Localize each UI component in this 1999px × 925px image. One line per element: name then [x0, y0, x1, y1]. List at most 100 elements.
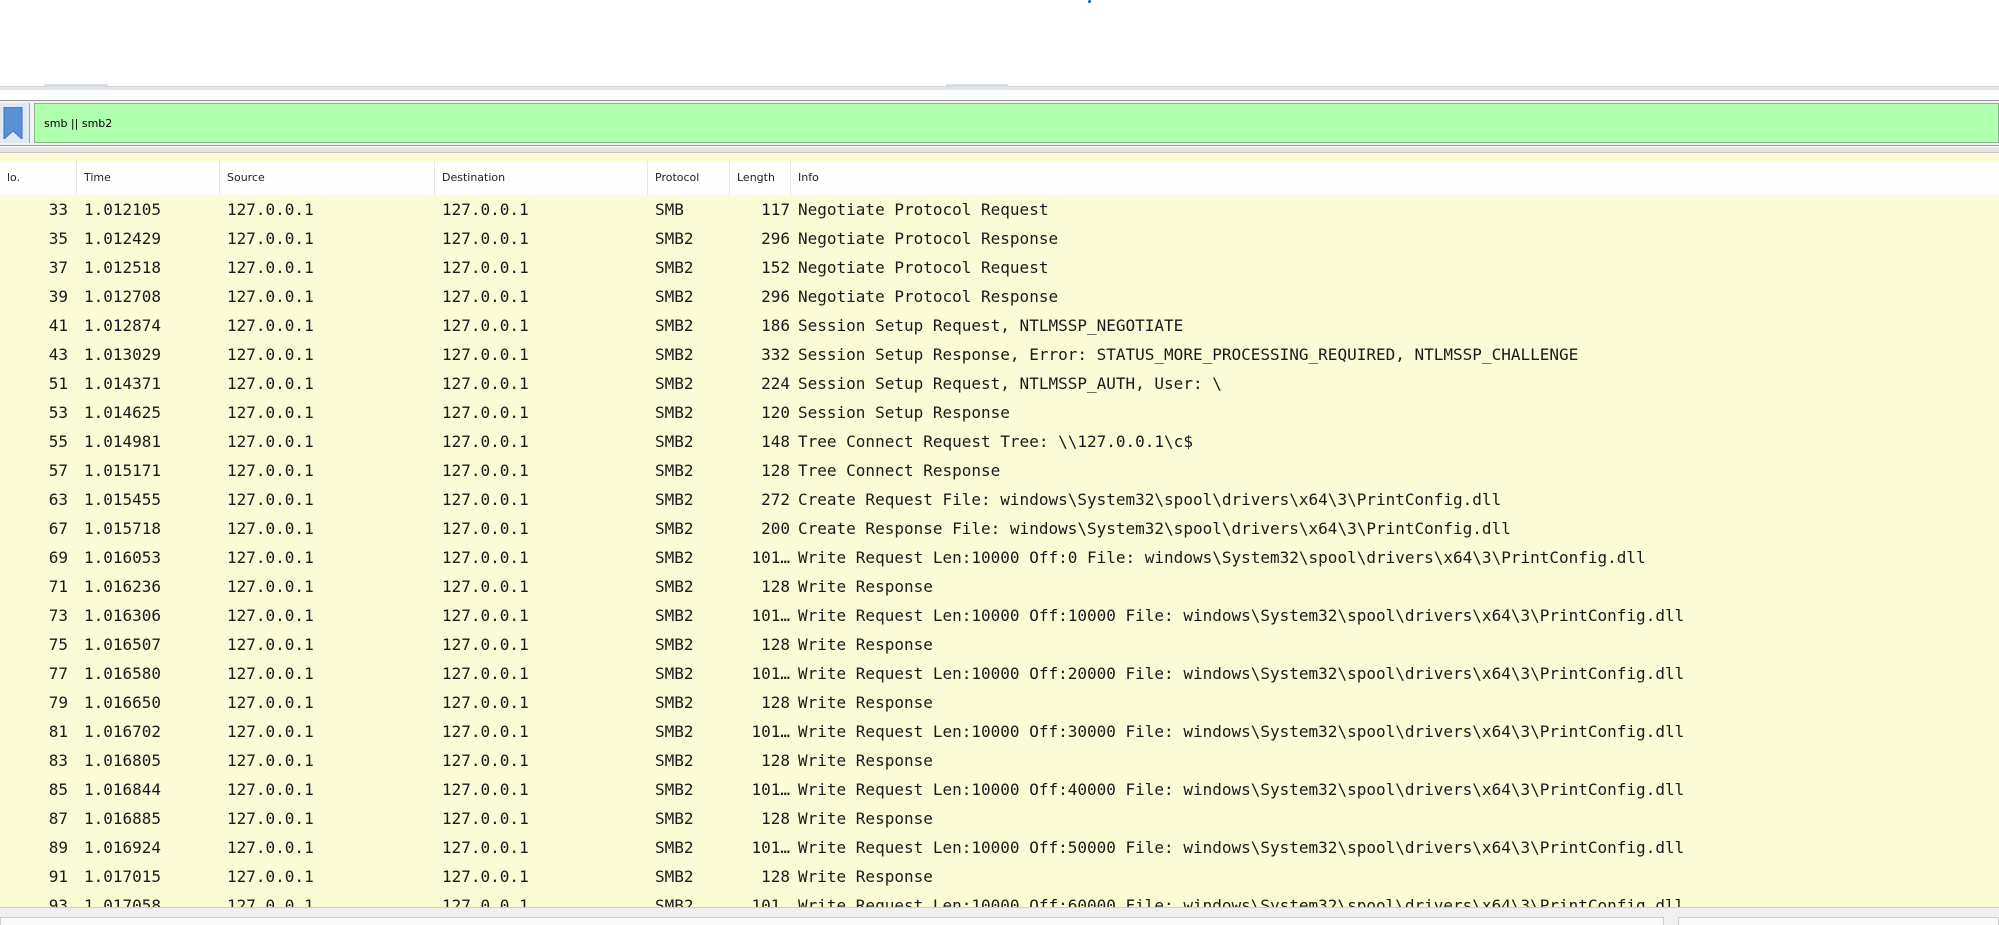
cell-source: 127.0.0.1 — [227, 519, 314, 538]
table-row[interactable]: 35 1.012429 127.0.0.1 127.0.0.1 SMB2 296 Negot… — [0, 224, 1999, 253]
cell-destination: 127.0.0.1 — [442, 606, 529, 625]
cell-length: 200 — [761, 519, 790, 538]
table-row[interactable]: 77 1.016580 127.0.0.1 127.0.0.1 SMB2 101… Writ… — [0, 659, 1999, 688]
column-header-protocol[interactable]: Protocol — [648, 161, 730, 195]
cell-no: 75 — [48, 635, 68, 654]
cell-info: Write Request Len:10000 Off:10000 File: … — [798, 606, 1685, 625]
cell-source: 127.0.0.1 — [227, 751, 314, 770]
packet-list[interactable]: lo. Time Source Destination Protocol Len… — [0, 153, 1999, 907]
table-row[interactable]: 79 1.016650 127.0.0.1 127.0.0.1 SMB2 128 Write… — [0, 688, 1999, 717]
cell-protocol: SMB2 — [655, 316, 694, 335]
cell-source: 127.0.0.1 — [227, 461, 314, 480]
cell-length: 101… — [751, 780, 790, 799]
cell-no: 35 — [48, 229, 68, 248]
table-row[interactable]: 93 1.017058 127.0.0.1 127.0.0.1 SMB2 101… Writ… — [0, 891, 1999, 907]
cell-length: 101… — [751, 896, 790, 907]
column-header-time[interactable]: Time — [77, 161, 220, 195]
cell-time: 1.016507 — [84, 635, 162, 654]
column-header-destination[interactable]: Destination — [435, 161, 648, 195]
cell-destination: 127.0.0.1 — [442, 490, 529, 509]
table-row[interactable]: 51 1.014371 127.0.0.1 127.0.0.1 SMB2 224 Sessi… — [0, 369, 1999, 398]
cell-time: 1.016306 — [84, 606, 162, 625]
cell-source: 127.0.0.1 — [227, 548, 314, 567]
cell-time: 1.015455 — [84, 490, 162, 509]
cell-time: 1.016053 — [84, 548, 162, 567]
cell-length: 152 — [761, 258, 790, 277]
table-row[interactable]: 89 1.016924 127.0.0.1 127.0.0.1 SMB2 101… Writ… — [0, 833, 1999, 862]
display-filter-input[interactable] — [34, 103, 1999, 143]
cell-length: 332 — [761, 345, 790, 364]
cell-time: 1.015171 — [84, 461, 162, 480]
cell-destination: 127.0.0.1 — [442, 693, 529, 712]
table-row[interactable]: 75 1.016507 127.0.0.1 127.0.0.1 SMB2 128 Write… — [0, 630, 1999, 659]
cell-protocol: SMB2 — [655, 374, 694, 393]
cell-length: 101… — [751, 664, 790, 683]
table-row[interactable]: 85 1.016844 127.0.0.1 127.0.0.1 SMB2 101… Writ… — [0, 775, 1999, 804]
cell-source: 127.0.0.1 — [227, 200, 314, 219]
cell-source: 127.0.0.1 — [227, 809, 314, 828]
table-row[interactable]: 83 1.016805 127.0.0.1 127.0.0.1 SMB2 128 Write… — [0, 746, 1999, 775]
cell-time: 1.016805 — [84, 751, 162, 770]
cell-info: Write Request Len:10000 Off:20000 File: … — [798, 664, 1685, 683]
filter-bookmark-button[interactable] — [0, 103, 30, 143]
cell-source: 127.0.0.1 — [227, 287, 314, 306]
cell-time: 1.012429 — [84, 229, 162, 248]
table-row[interactable]: 63 1.015455 127.0.0.1 127.0.0.1 SMB2 272 Creat… — [0, 485, 1999, 514]
table-row[interactable]: 91 1.017015 127.0.0.1 127.0.0.1 SMB2 128 Write… — [0, 862, 1999, 891]
column-header-source[interactable]: Source — [220, 161, 435, 195]
cell-destination: 127.0.0.1 — [442, 200, 529, 219]
cell-source: 127.0.0.1 — [227, 577, 314, 596]
cell-info: Write Request Len:10000 Off:50000 File: … — [798, 838, 1685, 857]
cell-source: 127.0.0.1 — [227, 432, 314, 451]
table-row[interactable]: 33 1.012105 127.0.0.1 127.0.0.1 SMB 117 Negoti… — [0, 195, 1999, 224]
cell-source: 127.0.0.1 — [227, 635, 314, 654]
table-row[interactable]: 43 1.013029 127.0.0.1 127.0.0.1 SMB2 332 Sessi… — [0, 340, 1999, 369]
cell-length: 186 — [761, 316, 790, 335]
cell-info: Create Response File: windows\System32\s… — [798, 519, 1511, 538]
cell-info: Negotiate Protocol Request — [798, 200, 1049, 219]
table-row[interactable]: 37 1.012518 127.0.0.1 127.0.0.1 SMB2 152 Negot… — [0, 253, 1999, 282]
cell-protocol: SMB2 — [655, 345, 694, 364]
cell-source: 127.0.0.1 — [227, 374, 314, 393]
table-row[interactable]: 69 1.016053 127.0.0.1 127.0.0.1 SMB2 101… Writ… — [0, 543, 1999, 572]
table-row[interactable]: 87 1.016885 127.0.0.1 127.0.0.1 SMB2 128 Write… — [0, 804, 1999, 833]
cell-source: 127.0.0.1 — [227, 867, 314, 886]
cell-protocol: SMB2 — [655, 751, 694, 770]
cell-no: 39 — [48, 287, 68, 306]
table-row[interactable]: 71 1.016236 127.0.0.1 127.0.0.1 SMB2 128 Write… — [0, 572, 1999, 601]
cell-time: 1.017015 — [84, 867, 162, 886]
table-row[interactable]: 57 1.015171 127.0.0.1 127.0.0.1 SMB2 128 Tree … — [0, 456, 1999, 485]
cell-no: 87 — [48, 809, 68, 828]
cell-length: 272 — [761, 490, 790, 509]
cell-protocol: SMB2 — [655, 896, 694, 907]
cell-length: 296 — [761, 287, 790, 306]
column-header-no[interactable]: lo. — [0, 161, 77, 195]
table-row[interactable]: 55 1.014981 127.0.0.1 127.0.0.1 SMB2 148 Tree … — [0, 427, 1999, 456]
cell-length: 101… — [751, 838, 790, 857]
cell-no: 85 — [48, 780, 68, 799]
cell-protocol: SMB — [655, 200, 684, 219]
cell-protocol: SMB2 — [655, 548, 694, 567]
cell-protocol: SMB2 — [655, 432, 694, 451]
table-row[interactable]: 67 1.015718 127.0.0.1 127.0.0.1 SMB2 200 Creat… — [0, 514, 1999, 543]
cell-info: Negotiate Protocol Response — [798, 287, 1059, 306]
cell-time: 1.017058 — [84, 896, 162, 907]
cell-length: 128 — [761, 693, 790, 712]
table-row[interactable]: 41 1.012874 127.0.0.1 127.0.0.1 SMB2 186 Sessi… — [0, 311, 1999, 340]
cell-length: 224 — [761, 374, 790, 393]
cell-destination: 127.0.0.1 — [442, 751, 529, 770]
cell-info: Session Setup Request, NTLMSSP_AUTH, Use… — [798, 374, 1222, 393]
cell-source: 127.0.0.1 — [227, 606, 314, 625]
table-row[interactable]: 81 1.016702 127.0.0.1 127.0.0.1 SMB2 101… Writ… — [0, 717, 1999, 746]
column-header-length[interactable]: Length — [730, 161, 791, 195]
cell-info: Write Request Len:10000 Off:30000 File: … — [798, 722, 1685, 741]
table-row[interactable]: 73 1.016306 127.0.0.1 127.0.0.1 SMB2 101… Writ… — [0, 601, 1999, 630]
cell-destination: 127.0.0.1 — [442, 374, 529, 393]
table-row[interactable]: 53 1.014625 127.0.0.1 127.0.0.1 SMB2 120 Sessi… — [0, 398, 1999, 427]
cell-length: 128 — [761, 867, 790, 886]
column-header-info[interactable]: Info — [791, 161, 1999, 195]
cell-length: 117 — [761, 200, 790, 219]
cell-length: 296 — [761, 229, 790, 248]
cell-protocol: SMB2 — [655, 693, 694, 712]
table-row[interactable]: 39 1.012708 127.0.0.1 127.0.0.1 SMB2 296 Negot… — [0, 282, 1999, 311]
